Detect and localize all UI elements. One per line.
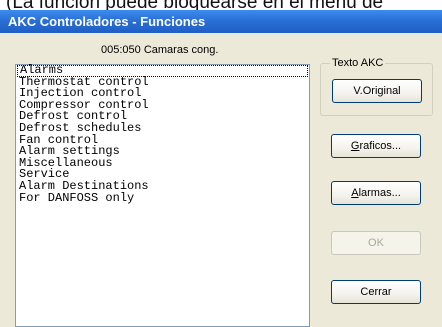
graficos-button[interactable]: Graficos...: [331, 134, 421, 158]
dialog-window: AKC Controladores - Funciones 005:050 Ca…: [0, 10, 442, 327]
alarmas-label: larmas...: [358, 187, 401, 199]
functions-listbox[interactable]: Alarms Thermostat control Injection cont…: [15, 64, 310, 327]
cerrar-button[interactable]: Cerrar: [331, 280, 421, 304]
ok-button[interactable]: OK: [331, 231, 421, 255]
graficos-label: raficos...: [359, 140, 402, 152]
group-label: Texto AKC: [330, 57, 386, 69]
list-item[interactable]: For DANFOSS only: [16, 192, 309, 205]
alarmas-mnemonic: A: [351, 187, 359, 199]
alarmas-button[interactable]: Alarmas...: [331, 181, 421, 205]
window-title: AKC Controladores - Funciones: [0, 10, 442, 33]
graficos-mnemonic: G: [350, 140, 360, 152]
original-button[interactable]: V.Original: [332, 79, 422, 103]
texto-akc-group: Texto AKC V.Original: [320, 57, 433, 116]
device-subtitle: 005:050 Camaras cong.: [101, 44, 219, 56]
